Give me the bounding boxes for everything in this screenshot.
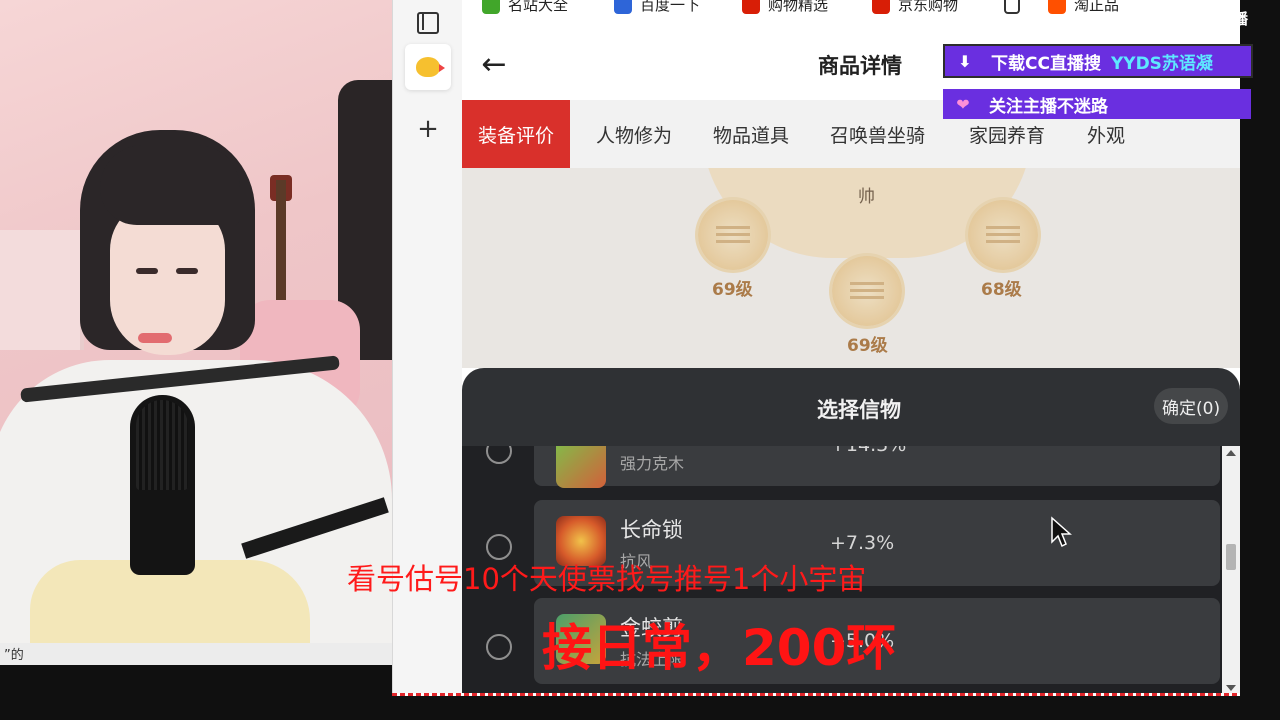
cc-live-logo: CC直播	[1196, 10, 1249, 28]
tab-equipment-rating[interactable]: 装备评价	[462, 100, 571, 168]
radio-item-0[interactable]	[486, 446, 512, 464]
new-tab-plus-icon[interactable]: +	[405, 106, 451, 152]
bookmark-mingzhan[interactable]: 名站大全	[482, 0, 568, 14]
vertical-tabs-icon[interactable]	[405, 0, 451, 46]
mouse-cursor-icon	[1051, 516, 1072, 548]
streamer-lips	[138, 333, 172, 343]
back-arrow-icon[interactable]: ←	[476, 46, 512, 82]
heart-icon: ❤	[956, 94, 970, 114]
follow-promo-banner: ❤ 关注主播不迷路	[943, 89, 1251, 119]
screen-capture-border	[392, 693, 1240, 696]
modal-title: 选择信物	[817, 398, 901, 422]
taskbar-text: ”的	[4, 648, 24, 663]
bookmark-baidu[interactable]: 百度一下	[614, 0, 700, 14]
bookmark-phone[interactable]	[1004, 0, 1028, 14]
baidu-paw-icon	[614, 0, 632, 14]
streamer-fringe	[100, 145, 240, 225]
page-title: 商品详情	[818, 54, 902, 78]
streamer-eye-right	[176, 268, 198, 274]
bookmark-gouwu[interactable]: 购物精选	[742, 0, 828, 14]
shopping-bag-icon	[742, 0, 760, 14]
bookmark-jd[interactable]: 京东购物	[872, 0, 958, 14]
phone-icon	[1004, 0, 1020, 14]
streamer-eye-left	[136, 268, 158, 274]
list-item[interactable]: 强力克木 +14.3%	[534, 446, 1220, 488]
tab-items[interactable]: 物品道具	[713, 100, 789, 168]
list-scrollbar[interactable]	[1222, 446, 1240, 695]
desktop-taskbar	[0, 643, 392, 665]
radio-item-2[interactable]	[486, 634, 512, 660]
overlay-caption-line2: 接日常，200环	[542, 619, 897, 677]
scroll-thumb[interactable]	[1226, 544, 1236, 570]
scroll-up-icon[interactable]	[1226, 450, 1236, 456]
tab-summons-mounts[interactable]: 召唤兽坐骑	[830, 100, 925, 168]
tao-icon	[1048, 0, 1066, 14]
confirm-button[interactable]: 确定(0)	[1154, 388, 1229, 424]
scroll-down-icon[interactable]	[1226, 685, 1236, 691]
jd-icon	[872, 0, 890, 14]
background-shelf	[0, 230, 84, 350]
download-promo-banner: ⬇ 下载CC直播搜 YYDS苏语凝	[943, 44, 1253, 78]
download-icon: ⬇	[958, 51, 972, 71]
app-tab-chick-icon[interactable]	[405, 44, 451, 90]
tab-character-cultivation[interactable]: 人物修为	[596, 100, 672, 168]
bookmarks-bar: 名站大全 百度一下 购物精选 京东购物 淘正品	[462, 0, 1240, 14]
green-circle-icon	[482, 0, 500, 14]
bookmark-tao[interactable]: 淘正品	[1048, 0, 1119, 14]
webcam-feed: ”的	[0, 0, 392, 665]
microphone-grill	[136, 400, 188, 490]
equipment-panel: 帅 69级 68级 69级	[462, 168, 1240, 368]
item-icon	[556, 446, 606, 488]
overlay-caption-line1: 看号估号10个天使票找号推号1个小宇宙	[347, 562, 867, 596]
